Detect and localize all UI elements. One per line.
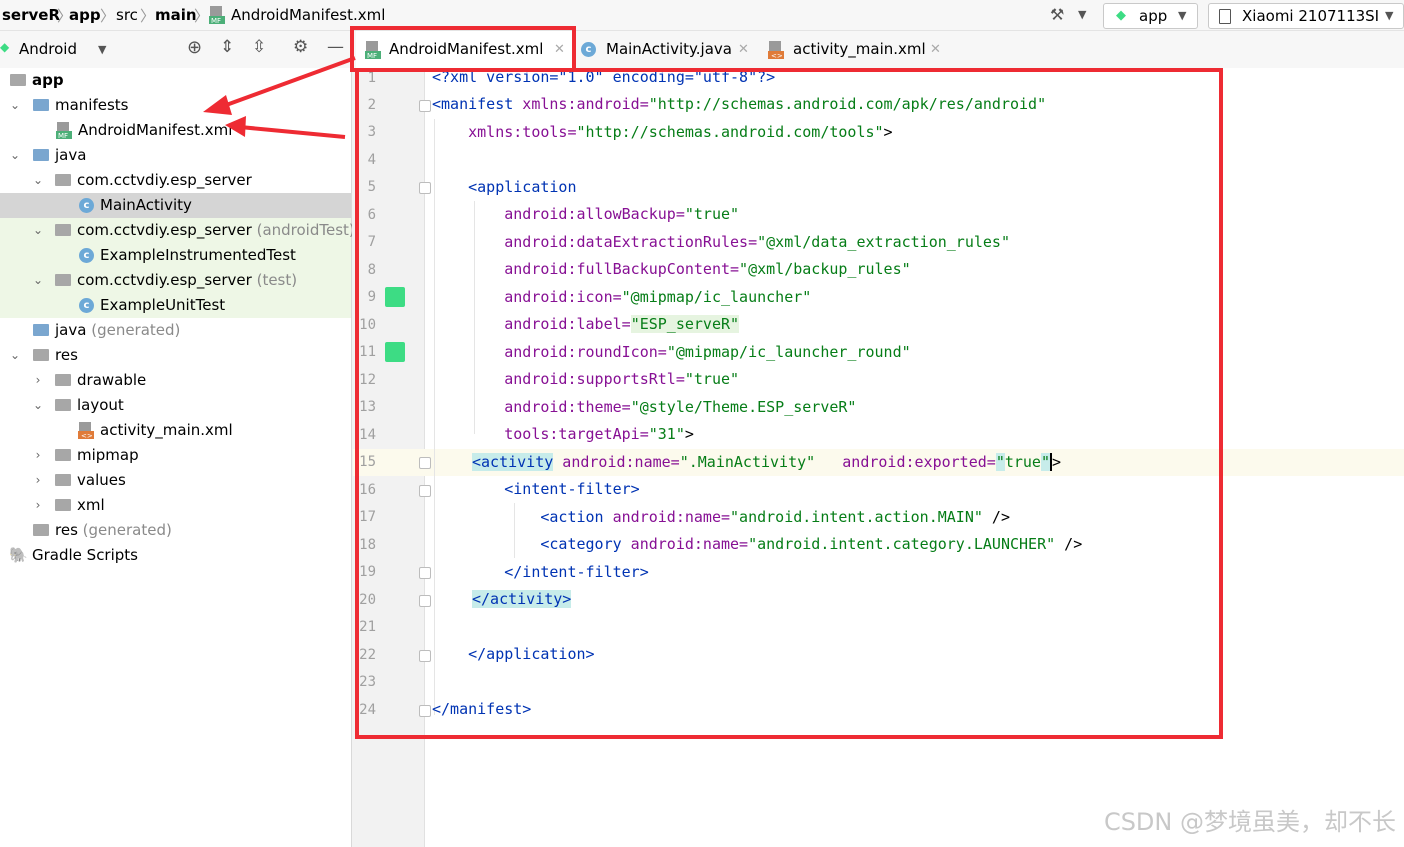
chevron-right-icon[interactable]: › [32,468,44,493]
tree-item-androidmanifest[interactable]: MF AndroidManifest.xml [0,118,351,143]
gradle-icon: 🐘 [9,546,28,564]
chevron-down-icon[interactable]: ⌄ [32,168,44,193]
resources-folder-icon [33,349,49,361]
watermark: CSDN @梦境虽美，却不长 [1103,808,1396,836]
tree-item-activity-main[interactable]: <> activity_main.xml [0,418,351,443]
chevron-down-icon[interactable]: ⌄ [9,143,21,168]
chevron-down-icon[interactable]: ▼ [1078,8,1086,21]
tree-item-values[interactable]: › values [0,468,351,493]
chevron-down-icon[interactable]: ⌄ [9,93,21,118]
chevron-down-icon[interactable]: ⌄ [32,218,44,243]
chevron-right-icon[interactable]: › [32,368,44,393]
close-icon[interactable]: ✕ [930,31,941,68]
package-icon [55,274,71,286]
device-label: Xiaomi 2107113SI [1242,7,1380,25]
test-class-icon: c [79,298,94,313]
manifest-file-icon: MF [209,6,225,24]
view-mode-label[interactable]: Android [19,40,77,58]
package-icon [55,224,71,236]
tree-item-package-test[interactable]: ⌄ com.cctvdiy.esp_server (test) [0,268,351,293]
chevron-down-icon[interactable]: ⌄ [9,343,21,368]
class-icon: c [79,198,94,213]
annotation-box-tab [350,26,576,72]
tree-item-java-generated[interactable]: java (generated) [0,318,351,343]
tree-item-res-generated[interactable]: res (generated) [0,518,351,543]
generated-folder-icon [33,324,49,336]
tree-item-java[interactable]: ⌄ java [0,143,351,168]
class-icon: c [581,42,596,57]
tab-mainactivity[interactable]: c MainActivity.java ✕ [578,31,753,68]
manifest-file-icon: MF [56,122,72,139]
tab-activity-main[interactable]: <> activity_main.xml ✕ [764,31,949,68]
tree-item-xml[interactable]: › xml [0,493,351,518]
gear-icon[interactable]: ⚙ [293,37,308,57]
module-folder-icon [10,74,26,86]
tree-item-mainactivity[interactable]: c MainActivity [0,193,351,218]
breadcrumb-separator: 〉 [100,7,116,25]
tree-item-package-androidtest[interactable]: ⌄ com.cctvdiy.esp_server (androidTest) [0,218,355,243]
tree-item-unit-test[interactable]: c ExampleUnitTest [0,293,351,318]
folder-icon [55,499,71,511]
close-icon[interactable]: ✕ [738,31,749,68]
resources-folder-icon [33,524,49,536]
collapse-all-icon[interactable]: ⇳ [252,37,266,57]
folder-icon [55,374,71,386]
phone-icon [1219,9,1231,24]
chevron-down-icon: ▼ [1178,9,1187,22]
annotation-box-code [355,68,1223,739]
tree-item-manifests[interactable]: ⌄ manifests [0,93,351,118]
project-panel-header: ◆ Android ▼ ⊕ ⇕ ⇳ ⚙ — [0,31,351,69]
run-config-label: app [1139,7,1168,25]
locate-icon[interactable]: ⊕ [187,37,202,58]
layout-file-icon: <> [768,41,784,59]
svg-text:<>: <> [771,52,783,59]
expand-all-icon[interactable]: ⇕ [220,37,234,57]
breadcrumb-separator: 〉 [194,7,210,25]
tree-item-gradle-scripts[interactable]: 🐘 Gradle Scripts [0,543,351,568]
tab-label: activity_main.xml [793,40,926,58]
layout-file-icon: <> [78,422,94,439]
tree-item-layout[interactable]: ⌄ layout [0,393,351,418]
test-class-icon: c [79,248,94,263]
tree-item-drawable[interactable]: › drawable [0,368,351,393]
tree-item-app[interactable]: app [0,68,351,93]
chevron-down-icon[interactable]: ⌄ [32,393,44,418]
tree-item-instrumented-test[interactable]: c ExampleInstrumentedTest [0,243,351,268]
breadcrumb-project[interactable]: serveR [2,5,60,25]
chevron-right-icon[interactable]: › [32,493,44,518]
chevron-down-icon[interactable]: ▼ [98,43,106,56]
tree-item-package[interactable]: ⌄ com.cctvdiy.esp_server [0,168,351,193]
breadcrumb-file[interactable]: AndroidManifest.xml [231,5,385,25]
chevron-right-icon[interactable]: › [32,443,44,468]
tree-item-res[interactable]: ⌄ res [0,343,351,368]
chevron-down-icon[interactable]: ⌄ [32,268,44,293]
breadcrumb-separator: 〉 [140,7,156,25]
breadcrumb-main[interactable]: main [155,5,197,25]
run-config-selector[interactable]: ◆ app ▼ [1103,3,1198,29]
project-tree: app ⌄ manifests MF AndroidManifest.xml ⌄… [0,68,355,847]
chevron-down-icon: ▼ [1385,9,1394,22]
breadcrumb-module[interactable]: app [69,5,101,25]
minimize-icon[interactable]: — [327,37,344,57]
svg-text:MF: MF [58,132,68,139]
navigation-bar: serveR 〉 app 〉 src 〉 main 〉 MF AndroidMa… [0,0,1404,31]
tree-item-mipmap[interactable]: › mipmap [0,443,351,468]
breadcrumb-src[interactable]: src [116,5,138,25]
android-icon: ◆ [0,40,10,54]
folder-icon [55,399,71,411]
folder-icon [55,474,71,486]
folder-icon [55,449,71,461]
tab-label: MainActivity.java [606,40,732,58]
device-selector[interactable]: Xiaomi 2107113SI ▼ [1208,3,1404,29]
svg-text:MF: MF [211,17,221,24]
hammer-icon[interactable]: ⚒ [1050,5,1064,24]
folder-icon [33,99,49,111]
package-icon [55,174,71,186]
svg-text:<>: <> [81,432,93,439]
android-icon: ◆ [1116,8,1126,23]
folder-icon [33,149,49,161]
